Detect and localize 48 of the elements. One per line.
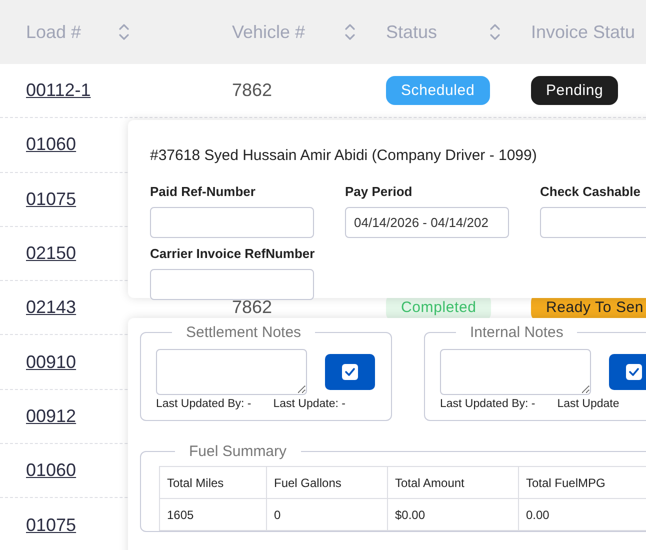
sort-icon[interactable] [118,22,130,42]
load-link[interactable]: 00912 [26,406,76,426]
load-link[interactable]: 00910 [26,352,76,372]
field-label: Pay Period [345,184,414,199]
load-link[interactable]: 01075 [26,514,76,535]
last-updated-by: Last Updated By: - [156,398,252,410]
section-title: Settlement Notes [185,324,302,341]
load-link[interactable]: 01060 [26,460,76,480]
load-link[interactable]: 02150 [26,243,76,264]
last-update: Last Update: - [273,398,346,410]
field-label: Check Cashable [540,184,642,199]
table-cell: 0 [266,498,388,530]
field-label: Paid Ref-Number [150,184,256,199]
driver-title: #37618 Syed Hussain Amir Abidi (Company Driver - 1099) [150,147,538,164]
confirm-button[interactable] [609,354,646,390]
sort-icon[interactable] [344,22,356,42]
check-icon [626,364,642,380]
load-link[interactable]: 00112-1 [26,80,91,100]
check-icon [342,364,358,380]
vehicle-number: 7862 [232,80,272,100]
table-header-cell: Total Amount [388,466,518,498]
table-cell: $0.00 [388,498,518,530]
text-field[interactable] [150,269,314,300]
notes-field[interactable] [156,349,307,395]
column-header: Load # [26,22,82,42]
field-label: Carrier Invoice RefNumber [150,246,314,261]
invoice-status-badge: Pending [531,76,618,106]
sort-icon[interactable] [489,22,501,42]
table-cell: 1605 [160,498,266,530]
confirm-button[interactable] [325,354,375,390]
column-header: Status [386,22,438,42]
load-link[interactable]: 02143 [26,297,76,318]
load-link[interactable]: 01060 [26,134,76,154]
section-title: Fuel Summary [188,443,288,460]
table-header-cell: Total FuelMPG [518,466,646,498]
column-header: Vehicle # [232,22,306,42]
text-field[interactable] [150,207,314,238]
table-header-cell: Total Miles [160,466,266,498]
section-title: Internal Notes [469,324,564,341]
last-updated-by: Last Updated By: - [440,398,536,410]
table-header-cell: Fuel Gallons [266,466,388,498]
vehicle-number: 7862 [232,297,272,318]
last-update: Last Update [557,398,620,410]
column-header: Invoice Statu [531,22,636,42]
text-field[interactable]: 04/14/2026 - 04/14/202 [345,207,509,238]
notes-field[interactable] [440,349,591,395]
load-link[interactable]: 01075 [26,188,76,209]
status-badge: Scheduled [386,76,490,106]
